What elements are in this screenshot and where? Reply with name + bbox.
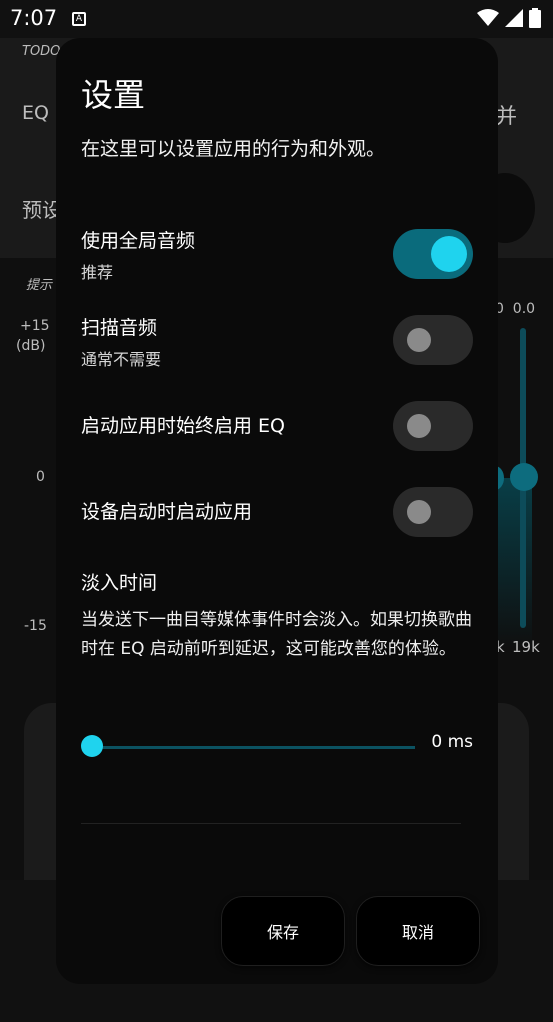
- background-db-bottom: -15: [24, 618, 47, 634]
- settings-dialog: 设置 在这里可以设置应用的行为和外观。 使用全局音频 推荐 扫描音频 通常不需要…: [56, 38, 498, 984]
- background-freq-top: 0 0.0: [495, 301, 536, 317]
- toggle-thumb: [431, 236, 467, 272]
- toggle-thumb: [407, 414, 431, 438]
- dialog-title: 设置: [81, 76, 146, 114]
- signal-icon: [505, 9, 523, 27]
- battery-icon: [529, 8, 541, 28]
- fade-in-value: 0 ms: [431, 732, 473, 752]
- slider-knob[interactable]: [81, 735, 103, 757]
- dialog-divider: [81, 823, 461, 824]
- setting-row-global-audio[interactable]: 使用全局音频 推荐: [81, 226, 473, 282]
- background-db-unit: (dB): [16, 338, 46, 354]
- background-db-mid: 0: [36, 469, 45, 485]
- setting-row-launch-on-boot[interactable]: 设备启动时启动应用: [81, 487, 473, 537]
- cancel-button[interactable]: 取消: [356, 896, 480, 966]
- launch-on-boot-toggle[interactable]: [393, 487, 473, 537]
- background-db-top: +15: [20, 318, 50, 334]
- background-freq-right: 19k: [512, 638, 540, 656]
- toggle-thumb: [407, 500, 431, 524]
- background-hint-label: 提示: [26, 278, 53, 293]
- fade-in-description: 当发送下一曲目等媒体事件时会淡入。如果切换歌曲时在 EQ 启动前听到延迟，这可能…: [81, 610, 472, 659]
- background-right-label: 并: [496, 104, 517, 128]
- fade-in-title: 淡入时间: [81, 572, 158, 594]
- save-button[interactable]: 保存: [221, 896, 345, 966]
- background-band-knob: [510, 463, 538, 491]
- status-bar: 7:07 A: [0, 0, 553, 38]
- background-top-label: TODO: [22, 44, 61, 59]
- background-eq-label: EQ: [22, 102, 49, 124]
- setting-row-always-enable-eq[interactable]: 启动应用时始终启用 EQ: [81, 401, 473, 451]
- wifi-icon: [477, 9, 499, 26]
- setting-row-scan-audio[interactable]: 扫描音频 通常不需要: [81, 313, 473, 369]
- status-icons: [477, 8, 541, 28]
- slider-track[interactable]: [91, 746, 415, 749]
- global-audio-toggle[interactable]: [393, 229, 473, 279]
- notification-icon: A: [72, 12, 86, 26]
- fade-in-slider[interactable]: 0 ms: [81, 726, 473, 766]
- scan-audio-toggle[interactable]: [393, 315, 473, 365]
- toggle-thumb: [407, 328, 431, 352]
- status-time: 7:07: [10, 6, 58, 30]
- dialog-description: 在这里可以设置应用的行为和外观。: [81, 138, 386, 160]
- always-enable-eq-toggle[interactable]: [393, 401, 473, 451]
